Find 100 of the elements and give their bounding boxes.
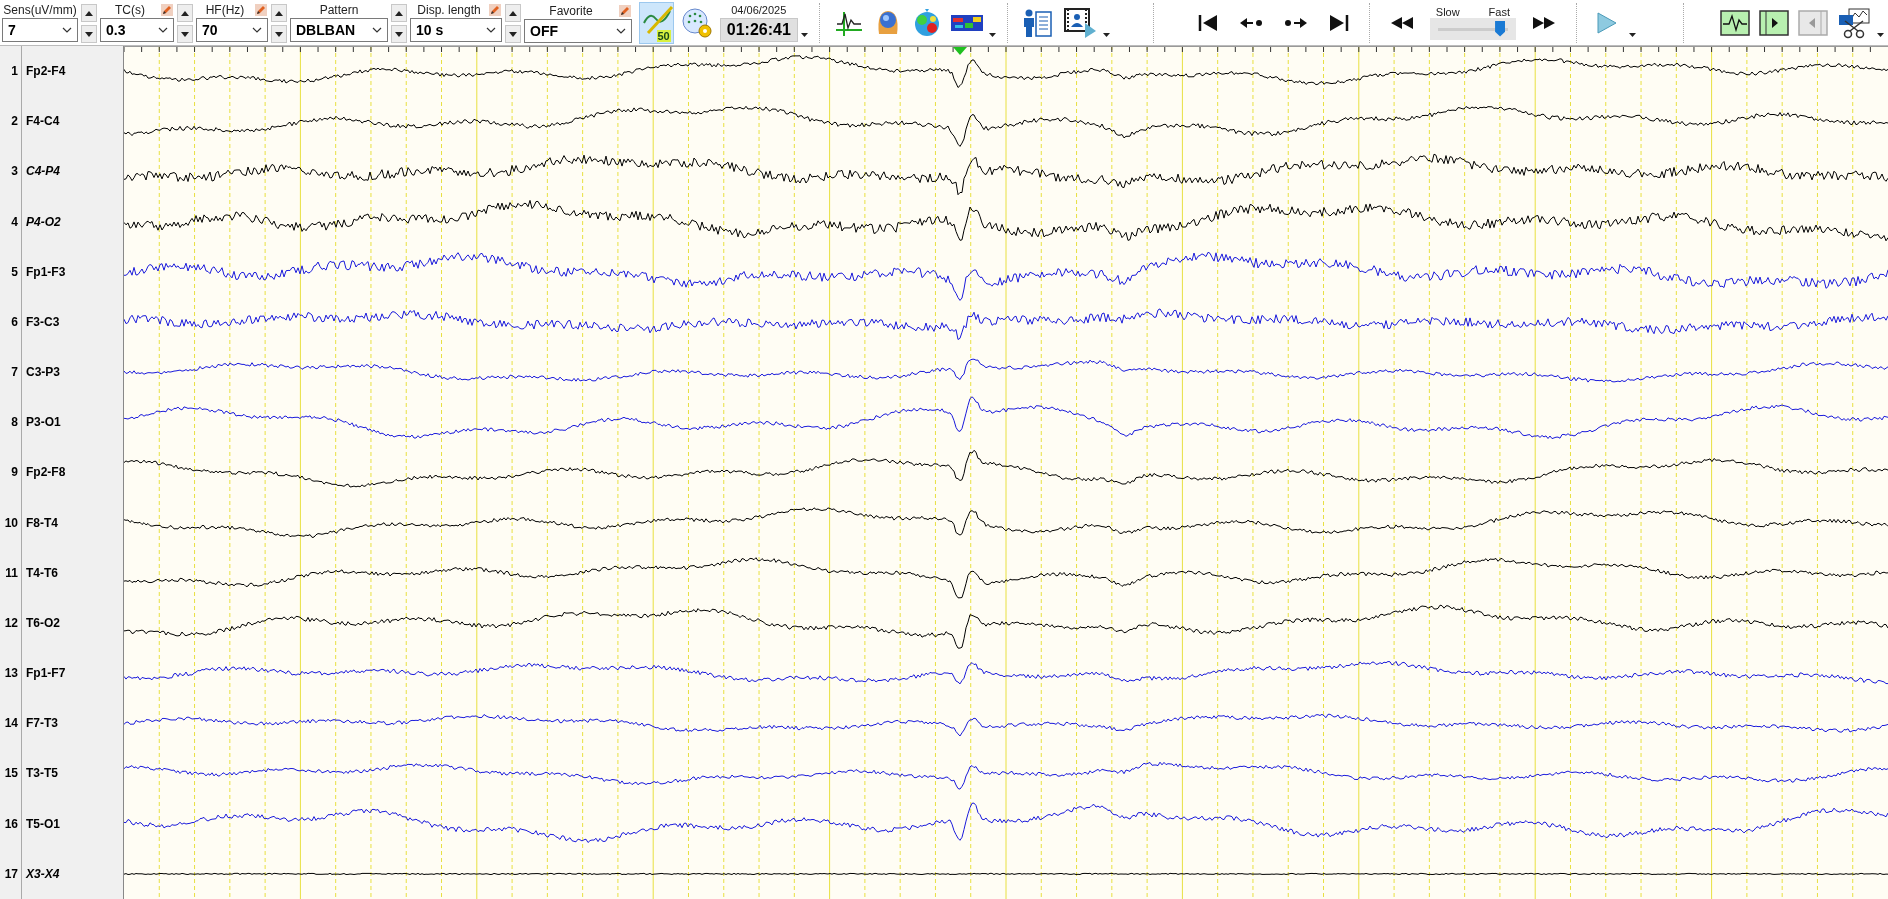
- down-caret-icon: [395, 31, 403, 37]
- time-display: 01:26:41: [719, 17, 798, 42]
- step-forward-icon[interactable]: [1283, 16, 1308, 29]
- channel-label[interactable]: F4-C4: [26, 114, 60, 129]
- setting-label: TC(s): [115, 3, 145, 17]
- spin-up-button[interactable]: [391, 4, 407, 22]
- fast-label: Fast: [1488, 5, 1510, 18]
- montage-button[interactable]: 50: [639, 1, 674, 44]
- setting-label: Pattern: [319, 3, 359, 17]
- play-window-icon[interactable]: [1759, 9, 1789, 36]
- spin-up-button[interactable]: [505, 4, 521, 22]
- channel-label[interactable]: Fp2-F4: [26, 64, 66, 79]
- up-caret-icon: [275, 10, 283, 16]
- chevron-down-icon: [62, 27, 72, 33]
- channel-number: 10: [3, 515, 18, 530]
- caret-down-icon[interactable]: [1102, 33, 1110, 37]
- channel-number: 7: [10, 365, 18, 380]
- up-caret-icon: [509, 10, 517, 16]
- caret-down-icon[interactable]: [1877, 33, 1884, 37]
- electrode-cap-gear-icon[interactable]: [679, 5, 714, 40]
- channel-number: 6: [10, 314, 18, 329]
- spin-up-button[interactable]: [81, 4, 97, 22]
- slider-thumb[interactable]: [1495, 20, 1506, 37]
- channel-label[interactable]: F8-T4: [26, 515, 58, 530]
- back-window-icon[interactable]: [1798, 9, 1828, 36]
- skip-to-end-icon[interactable]: [1328, 13, 1349, 32]
- play-icon[interactable]: [1597, 11, 1617, 34]
- caret-down-icon[interactable]: [988, 33, 996, 37]
- channel-number: 15: [3, 766, 18, 781]
- channel-label[interactable]: C3-P3: [26, 365, 60, 380]
- channel-label[interactable]: T6-O2: [26, 615, 60, 630]
- spin-up-button[interactable]: [271, 4, 287, 22]
- channel-label[interactable]: Fp2-F8: [26, 465, 66, 480]
- spin-up-button[interactable]: [177, 4, 193, 22]
- step-back-icon[interactable]: [1238, 16, 1263, 29]
- channel-label[interactable]: P3-O1: [26, 415, 61, 430]
- channel-number: 2: [10, 114, 18, 129]
- channel-number: 5: [10, 264, 18, 279]
- spin-down-button[interactable]: [505, 25, 521, 43]
- channel-label[interactable]: C4-P4: [26, 164, 60, 179]
- setting-label: Disp. length: [417, 3, 481, 17]
- channel-label[interactable]: F3-C3: [26, 314, 60, 329]
- channel-label[interactable]: X3-X4: [26, 866, 60, 881]
- dropdown[interactable]: DBLBAN: [290, 18, 388, 42]
- channel-number: 16: [3, 816, 18, 831]
- down-caret-icon: [509, 31, 517, 37]
- chevron-down-icon: [252, 27, 262, 33]
- pencil-icon[interactable]: [489, 4, 501, 16]
- fast-forward-icon[interactable]: [1532, 15, 1556, 30]
- channel-number: 17: [3, 866, 18, 881]
- channel-label[interactable]: T5-O1: [26, 816, 60, 831]
- speed-slider[interactable]: [1429, 17, 1516, 40]
- channel-number: 1: [10, 64, 18, 79]
- channel-label[interactable]: T4-T6: [26, 565, 58, 580]
- spin-down-button[interactable]: [391, 25, 407, 43]
- spin-down-button[interactable]: [177, 25, 193, 43]
- chevron-down-icon: [486, 27, 496, 33]
- slow-label: Slow: [1435, 5, 1460, 18]
- channel-number: 3: [10, 164, 18, 179]
- chevron-down-icon: [616, 27, 626, 34]
- date-label: 04/06/2025: [731, 3, 787, 16]
- up-caret-icon: [85, 10, 93, 16]
- waveform-window-icon[interactable]: [1720, 9, 1750, 36]
- spin-down-button[interactable]: [81, 25, 97, 43]
- pencil-icon[interactable]: [255, 4, 267, 16]
- dropdown[interactable]: 7: [2, 18, 78, 42]
- channel-number: 8: [10, 415, 18, 430]
- up-caret-icon: [181, 10, 189, 16]
- skip-to-start-icon[interactable]: [1197, 13, 1218, 32]
- video-play-icon[interactable]: [1062, 6, 1097, 39]
- spectrogram-icon[interactable]: [950, 14, 983, 31]
- channel-number: 13: [3, 666, 18, 681]
- dropdown[interactable]: 0.3: [100, 18, 174, 42]
- channel-number: 4: [10, 214, 18, 229]
- up-caret-icon: [395, 10, 403, 16]
- channel-number: 14: [3, 716, 18, 731]
- down-caret-icon: [85, 31, 93, 37]
- channel-label[interactable]: Fp1-F7: [26, 666, 66, 681]
- pencil-icon[interactable]: [619, 4, 631, 17]
- dropdown[interactable]: 70: [196, 18, 268, 42]
- channel-label[interactable]: F7-T3: [26, 716, 58, 731]
- channel-label[interactable]: P4-O2: [26, 214, 61, 229]
- channel-number: 12: [3, 615, 18, 630]
- chevron-down-icon: [372, 27, 382, 33]
- channel-label[interactable]: T3-T5: [26, 766, 58, 781]
- caret-down-icon[interactable]: [800, 33, 808, 37]
- pencil-icon[interactable]: [161, 4, 173, 16]
- setting-label: Sens(uV/mm): [3, 3, 77, 17]
- rewind-icon[interactable]: [1389, 15, 1414, 30]
- down-caret-icon: [181, 31, 189, 37]
- setting-label: HF(Hz): [205, 3, 245, 17]
- spin-down-button[interactable]: [271, 25, 287, 43]
- clip-scissors-icon[interactable]: [1837, 6, 1871, 39]
- dropdown[interactable]: OFF: [524, 18, 632, 43]
- setting-label: Favorite: [549, 3, 593, 18]
- chevron-down-icon: [158, 27, 168, 33]
- channel-number: 9: [10, 465, 18, 480]
- caret-down-icon[interactable]: [1629, 33, 1636, 37]
- dropdown[interactable]: 10 s: [410, 18, 502, 42]
- channel-label[interactable]: Fp1-F3: [26, 264, 66, 279]
